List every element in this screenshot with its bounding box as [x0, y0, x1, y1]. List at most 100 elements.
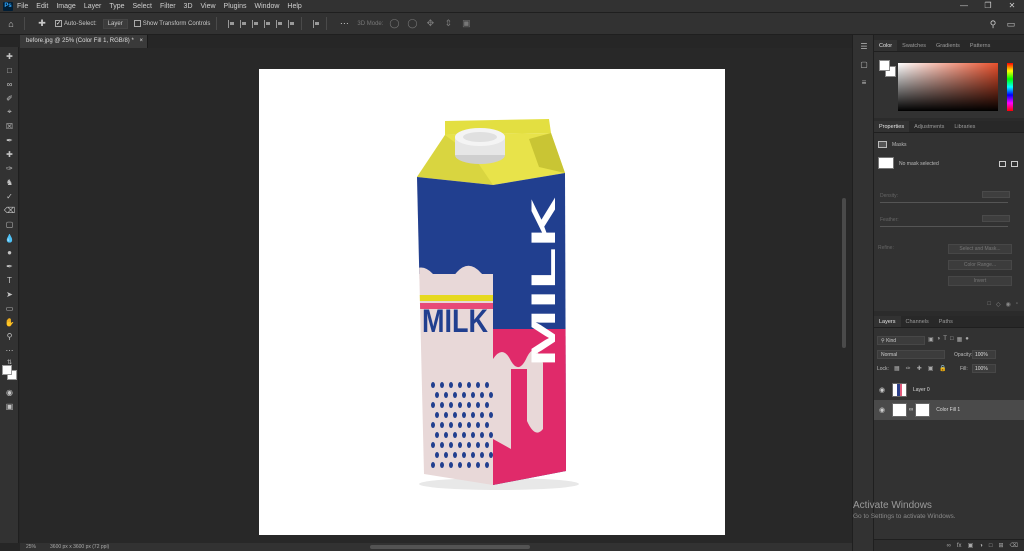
align-center-icon[interactable] — [240, 19, 247, 28]
marquee-tool-icon[interactable]: □ — [3, 64, 16, 76]
lock-artboard-icon[interactable]: ▣ — [928, 365, 934, 372]
layer-row-selected[interactable]: ◉ ∞ Color Fill 1 — [874, 400, 1024, 420]
tab-color[interactable]: Color — [874, 40, 898, 51]
menu-window[interactable]: Window — [255, 3, 280, 10]
fx-icon[interactable]: fx — [957, 543, 962, 549]
tab-layers[interactable]: Layers — [874, 316, 901, 327]
tab-properties[interactable]: Properties — [874, 121, 910, 132]
invert-button[interactable]: Invert — [948, 276, 1012, 286]
quick-select-tool-icon[interactable]: ✐ — [3, 92, 16, 104]
density-input[interactable] — [982, 191, 1010, 198]
load-selection-icon[interactable]: □ — [987, 301, 991, 308]
dodge-tool-icon[interactable]: ● — [3, 246, 16, 258]
more-options-icon[interactable]: ⋯ — [337, 17, 351, 31]
hue-slider[interactable] — [1007, 63, 1013, 111]
new-group-icon[interactable]: □ — [989, 543, 993, 549]
align-top-icon[interactable] — [264, 19, 271, 28]
zoom-level[interactable]: 25% — [26, 544, 36, 550]
align-right-icon[interactable] — [252, 19, 259, 28]
auto-select-checkbox[interactable]: ✓ — [55, 20, 62, 27]
menu-image[interactable]: Image — [56, 3, 75, 10]
delete-mask-icon[interactable]: ▫ — [1016, 301, 1018, 308]
layer-filter-kind[interactable]: ⚲ Kind — [877, 336, 925, 345]
canvas-area[interactable]: MILK MILK — [20, 48, 852, 543]
adjustment-filter-icon[interactable]: ◑ — [937, 336, 941, 343]
apply-mask-icon[interactable]: ◇ — [996, 301, 1001, 308]
distribute-icon[interactable] — [313, 19, 320, 28]
history-panel-icon[interactable]: ☰ — [858, 41, 870, 51]
align-middle-icon[interactable] — [276, 19, 283, 28]
menu-edit[interactable]: Edit — [36, 3, 48, 10]
quick-mask-icon[interactable]: ◉ — [3, 386, 16, 398]
visibility-eye-icon[interactable]: ◉ — [877, 406, 887, 414]
document-tab-close-icon[interactable]: × — [139, 38, 143, 44]
menu-view[interactable]: View — [201, 3, 216, 10]
menu-select[interactable]: Select — [133, 3, 152, 10]
pixel-filter-icon[interactable]: ▣ — [928, 336, 934, 343]
minimize-icon[interactable]: — — [952, 0, 976, 12]
menu-help[interactable]: Help — [287, 3, 301, 10]
tab-libraries[interactable]: Libraries — [949, 124, 980, 132]
rectangle-tool-icon[interactable]: ▭ — [3, 302, 16, 314]
layer-name[interactable]: Color Fill 1 — [936, 407, 960, 413]
color-range-button[interactable]: Color Range... — [948, 260, 1012, 270]
new-layer-icon[interactable]: ⊞ — [998, 542, 1003, 549]
layer-name[interactable]: Layer 0 — [913, 387, 930, 393]
align-left-icon[interactable] — [228, 19, 235, 28]
density-slider[interactable] — [880, 202, 1008, 203]
delete-layer-icon[interactable]: ⌫ — [1010, 542, 1018, 549]
3d-orbit-icon[interactable]: ◯ — [387, 17, 401, 31]
photoshop-logo[interactable]: Ps — [3, 1, 13, 11]
blur-tool-icon[interactable]: 💧 — [3, 232, 16, 244]
document-tab[interactable]: before.jpg @ 25% (Color Fill 1, RGB/8) *… — [20, 35, 148, 48]
feather-slider[interactable] — [880, 226, 1008, 227]
history-brush-tool-icon[interactable]: ✓ — [3, 190, 16, 202]
fill-input[interactable]: 100% — [972, 364, 996, 373]
menu-layer[interactable]: Layer — [84, 3, 102, 10]
lock-position-icon[interactable]: ✚ — [917, 365, 922, 372]
tab-swatches[interactable]: Swatches — [897, 43, 931, 51]
path-select-tool-icon[interactable]: ➤ — [3, 288, 16, 300]
healing-brush-tool-icon[interactable]: ✚ — [3, 148, 16, 160]
tab-channels[interactable]: Channels — [901, 319, 934, 327]
adjustment-layer-icon[interactable]: ◑ — [979, 543, 983, 549]
hand-tool-icon[interactable]: ✋ — [3, 316, 16, 328]
frame-tool-icon[interactable]: ☒ — [3, 120, 16, 132]
auto-select-dropdown[interactable]: Layer — [102, 18, 128, 29]
feather-input[interactable] — [982, 215, 1010, 222]
blend-mode-dropdown[interactable]: Normal — [877, 350, 945, 359]
pen-tool-icon[interactable]: ✒ — [3, 260, 16, 272]
home-icon[interactable]: ⌂ — [4, 17, 18, 31]
document-info[interactable]: 3600 px x 3600 px (72 ppi) — [50, 544, 109, 550]
color-picker-field[interactable] — [898, 63, 998, 111]
visibility-eye-icon[interactable]: ◉ — [877, 386, 887, 394]
clone-stamp-tool-icon[interactable]: ♞ — [3, 176, 16, 188]
tab-adjustments[interactable]: Adjustments — [909, 124, 949, 132]
tab-paths[interactable]: Paths — [934, 319, 958, 327]
add-mask-icon[interactable]: ▣ — [968, 542, 974, 549]
3d-slide-icon[interactable]: ⇕ — [441, 17, 455, 31]
3d-pan-icon[interactable]: ✥ — [423, 17, 437, 31]
move-tool-icon[interactable]: ✚ — [35, 17, 49, 31]
document-canvas[interactable]: MILK MILK — [259, 69, 725, 535]
foreground-color[interactable] — [879, 60, 890, 71]
link-layers-icon[interactable]: ∞ — [947, 543, 951, 549]
menu-plugins[interactable]: Plugins — [224, 3, 247, 10]
fg-bg-colors[interactable] — [879, 60, 899, 80]
eraser-tool-icon[interactable]: ⌫ — [3, 204, 16, 216]
type-tool-icon[interactable]: T — [3, 274, 16, 286]
menu-3d[interactable]: 3D — [184, 3, 193, 10]
vertical-scrollbar[interactable] — [842, 198, 846, 348]
horizontal-scrollbar[interactable] — [370, 545, 530, 549]
move-tool-icon[interactable]: ✚ — [3, 50, 16, 62]
opacity-input[interactable]: 100% — [972, 350, 996, 359]
restore-icon[interactable]: ❐ — [976, 0, 1000, 12]
screen-mode-icon[interactable]: ▣ — [3, 400, 16, 412]
lock-pixels-icon[interactable]: ✑ — [906, 365, 911, 372]
search-icon[interactable]: ⚲ — [986, 17, 1000, 31]
gradient-tool-icon[interactable]: ▢ — [3, 218, 16, 230]
tab-patterns[interactable]: Patterns — [965, 43, 995, 51]
filter-toggle-icon[interactable]: ● — [965, 336, 969, 343]
lock-all-icon[interactable]: 🔒 — [939, 365, 946, 372]
show-transform-checkbox[interactable] — [133, 20, 141, 27]
